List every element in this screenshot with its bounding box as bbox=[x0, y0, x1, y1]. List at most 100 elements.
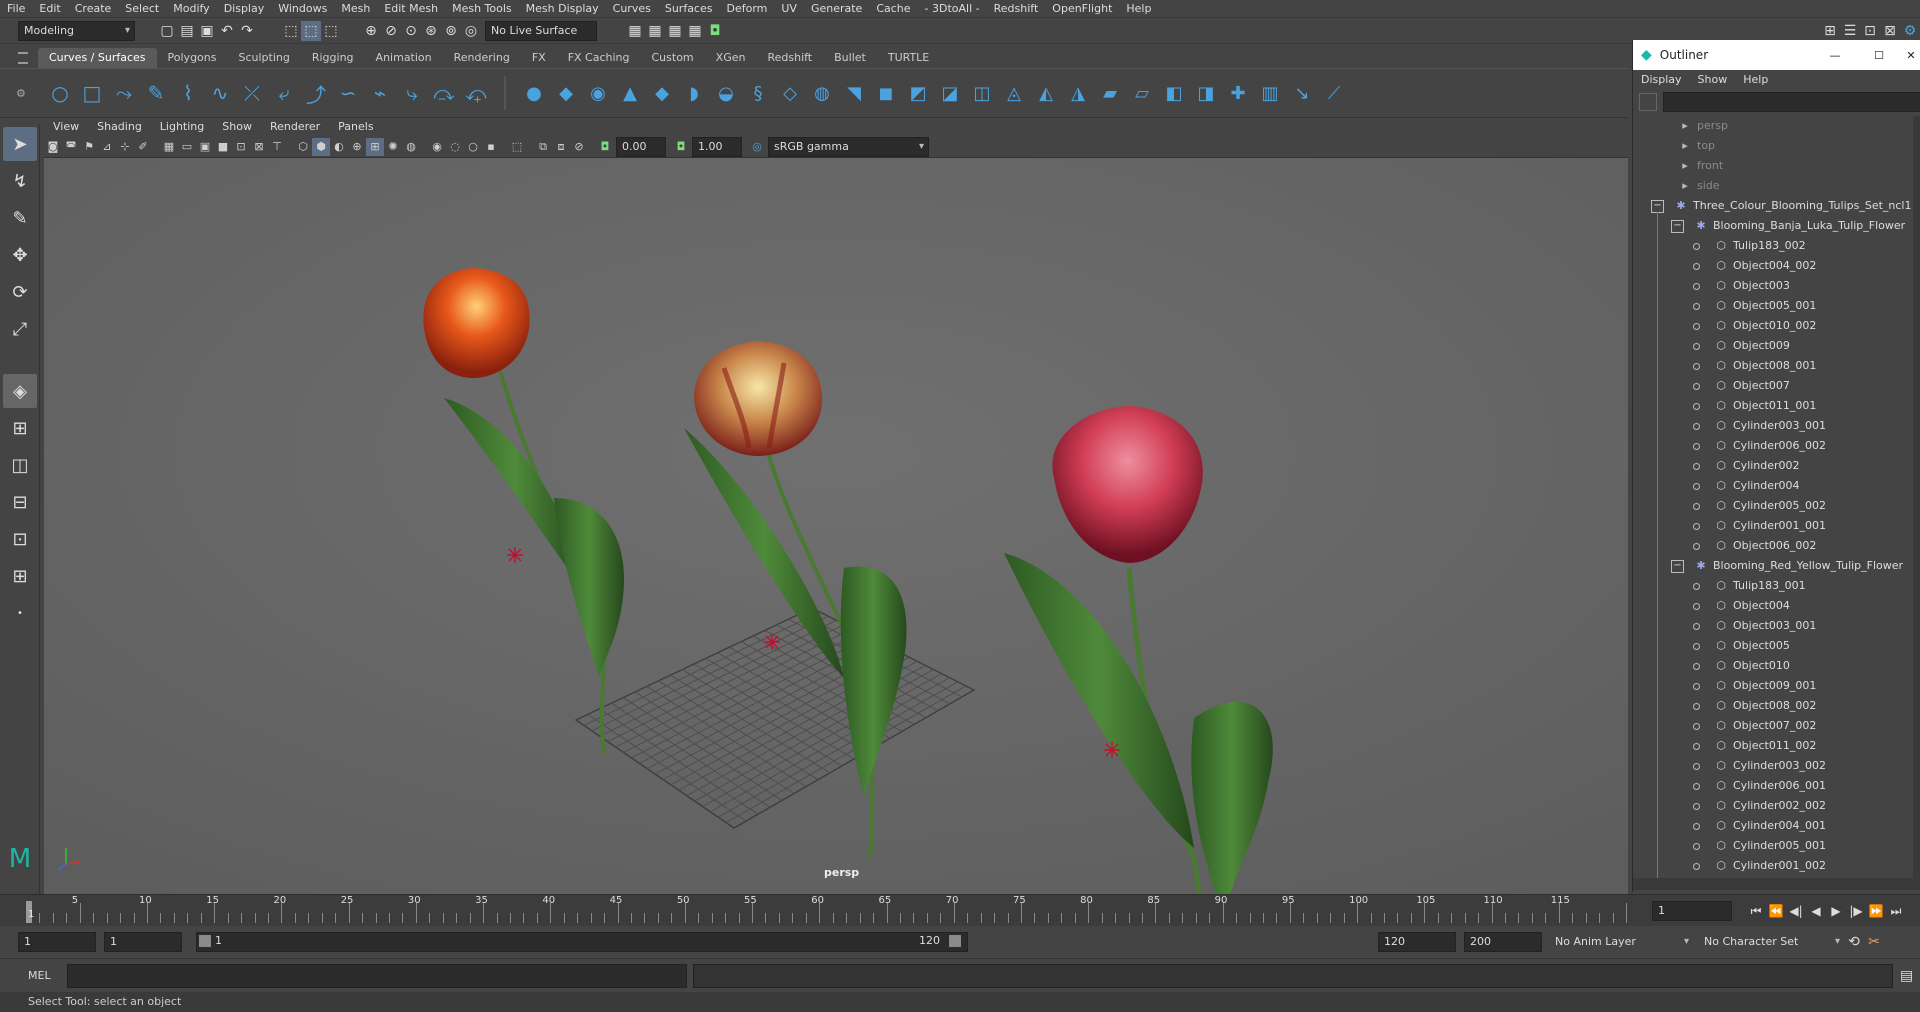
extrude-icon[interactable]: ◍ bbox=[806, 77, 838, 109]
filter-toggle-icon[interactable] bbox=[1639, 93, 1657, 111]
goto-start-icon[interactable]: ⏮ bbox=[1746, 901, 1766, 921]
safe-action-icon[interactable]: ⊠ bbox=[250, 138, 268, 156]
snap-curve-icon[interactable]: ⊘ bbox=[381, 21, 401, 41]
camera-select-icon[interactable]: ◙ bbox=[44, 138, 62, 156]
visibility-dot-icon[interactable] bbox=[1693, 583, 1700, 590]
shelf-tab-polygons[interactable]: Polygons bbox=[157, 48, 228, 68]
outliner-mesh-item[interactable]: ⬡ Cylinder005_002 bbox=[1633, 496, 1911, 516]
menu-help[interactable]: Help bbox=[1119, 0, 1158, 18]
snap-point-icon[interactable]: ⊙ bbox=[401, 21, 421, 41]
step-forward-key-icon[interactable]: ⏩ bbox=[1866, 901, 1886, 921]
outliner-mesh-item[interactable]: ⬡ Object009 bbox=[1633, 336, 1911, 356]
boundary-icon[interactable]: ◼ bbox=[870, 77, 902, 109]
bounding-box-icon[interactable]: ⊕ bbox=[348, 138, 366, 156]
visibility-dot-icon[interactable] bbox=[1693, 403, 1700, 410]
visibility-dot-icon[interactable] bbox=[1693, 503, 1700, 510]
shelf-tab-fx[interactable]: FX bbox=[521, 48, 557, 68]
menu-create[interactable]: Create bbox=[68, 0, 119, 18]
menu-3dtoall[interactable]: - 3DtoAll - bbox=[918, 0, 987, 18]
nurbs-plane-icon[interactable]: ◆ bbox=[646, 77, 678, 109]
shelf-tab-bullet[interactable]: Bullet bbox=[823, 48, 877, 68]
outliner-mesh-item[interactable]: ⬡ Object003 bbox=[1633, 276, 1911, 296]
mode-selector[interactable]: Modeling bbox=[18, 20, 135, 41]
anim-prefs-icon[interactable]: ⟲ bbox=[1844, 932, 1864, 952]
shelf-tab-turtle[interactable]: TURTLE bbox=[877, 48, 940, 68]
range-handle-end[interactable] bbox=[949, 935, 961, 947]
detach-curve-icon[interactable]: ⤴ bbox=[300, 77, 332, 109]
square-surface-icon[interactable]: ◩ bbox=[902, 77, 934, 109]
collapse-toggle-icon[interactable]: − bbox=[1671, 560, 1684, 573]
bookmark-icon[interactable]: ⚑ bbox=[80, 138, 98, 156]
outliner-menu-display[interactable]: Display bbox=[1633, 70, 1690, 90]
align-surface-icon[interactable]: ◨ bbox=[1190, 77, 1222, 109]
visibility-dot-icon[interactable] bbox=[1693, 663, 1700, 670]
outliner-group[interactable]: − ✱ Blooming_Red_Yellow_Tulip_Flower bbox=[1633, 556, 1911, 576]
menu-select[interactable]: Select bbox=[118, 0, 166, 18]
project-curve-icon[interactable]: ⤽ bbox=[460, 77, 492, 109]
outliner-mesh-item[interactable]: ⬡ Object009_001 bbox=[1633, 676, 1911, 696]
scene-end-field[interactable]: 200 bbox=[1464, 932, 1542, 952]
color-management-icon[interactable]: ◎ bbox=[748, 138, 766, 156]
panel-menu-renderer[interactable]: Renderer bbox=[261, 118, 329, 136]
loft-icon[interactable]: § bbox=[742, 77, 774, 109]
play-forward-icon[interactable]: ▶ bbox=[1826, 901, 1846, 921]
outliner-mesh-item[interactable]: ⬡ Object003_001 bbox=[1633, 616, 1911, 636]
menu-generate[interactable]: Generate bbox=[804, 0, 869, 18]
visibility-dot-icon[interactable] bbox=[1693, 843, 1700, 850]
antialias-icon[interactable]: ○ bbox=[464, 138, 482, 156]
ipr-render-icon[interactable]: ▦ bbox=[645, 21, 665, 41]
time-slider[interactable]: 5 10 15 20 25 30 35 40 45 50 55 60 65 70 75 80 85 90 95 100… bbox=[0, 894, 1920, 926]
mel-input[interactable] bbox=[66, 963, 687, 988]
select-component-icon[interactable]: ⬚ bbox=[321, 21, 341, 41]
select-hierarchy-icon[interactable]: ⬚ bbox=[281, 21, 301, 41]
xray-joints-icon[interactable]: ⧈ bbox=[552, 138, 570, 156]
film-gate-icon[interactable]: ▭ bbox=[178, 138, 196, 156]
persp-viewport[interactable]: persp bbox=[44, 158, 1628, 894]
shelf-options-icon[interactable]: ⚙ bbox=[16, 87, 34, 100]
step-back-frame-icon[interactable]: ◀| bbox=[1786, 901, 1806, 921]
visibility-dot-icon[interactable] bbox=[1693, 603, 1700, 610]
flat-shade-icon[interactable]: ◐ bbox=[330, 138, 348, 156]
open-scene-icon[interactable]: ▤ bbox=[177, 21, 197, 41]
pencil-curve-icon[interactable]: ✎ bbox=[140, 77, 172, 109]
project-surface-icon[interactable]: ◭ bbox=[1030, 77, 1062, 109]
auto-key-icon[interactable]: ✂ bbox=[1864, 932, 1884, 952]
bevel-plus-icon[interactable]: ◫ bbox=[966, 77, 998, 109]
goto-end-icon[interactable]: ⏭ bbox=[1886, 901, 1906, 921]
panel-menu-show[interactable]: Show bbox=[213, 118, 261, 136]
snap-grid-icon[interactable]: ⊕ bbox=[361, 21, 381, 41]
panel-menu-panels[interactable]: Panels bbox=[329, 118, 382, 136]
image-plane-icon[interactable]: ⊿ bbox=[98, 138, 116, 156]
intersect-curve-icon[interactable]: ⤫ bbox=[236, 77, 268, 109]
nurbs-torus-icon[interactable]: ◗ bbox=[678, 77, 710, 109]
playback-start-field[interactable]: 1 bbox=[104, 932, 182, 952]
outliner-mesh-item[interactable]: ⬡ Cylinder004 bbox=[1633, 476, 1911, 496]
snap-view-icon[interactable]: ⊛ bbox=[421, 21, 441, 41]
offset-curve-icon[interactable]: ⌁ bbox=[364, 77, 396, 109]
menu-edit-mesh[interactable]: Edit Mesh bbox=[377, 0, 445, 18]
render-settings-icon[interactable]: ▦ bbox=[665, 21, 685, 41]
nurbs-cylinder-icon[interactable]: ◉ bbox=[582, 77, 614, 109]
persp-graph-icon[interactable]: ⊟ bbox=[3, 485, 37, 519]
rotate-tool-icon[interactable]: ⟳ bbox=[3, 275, 37, 309]
single-view-icon[interactable]: ◈ bbox=[3, 374, 37, 408]
outliner-mesh-item[interactable]: ⬡ Object011_002 bbox=[1633, 736, 1911, 756]
outliner-camera-front[interactable]: ▸ front bbox=[1633, 156, 1911, 176]
scale-tool-icon[interactable]: ⤢ bbox=[3, 312, 37, 346]
menu-modify[interactable]: Modify bbox=[166, 0, 216, 18]
outliner-hscrollbar[interactable] bbox=[1633, 878, 1920, 890]
xray-components-icon[interactable]: ⊘ bbox=[570, 138, 588, 156]
outliner-root-group[interactable]: − ✱ Three_Colour_Blooming_Tulips_Set_ncl1_… bbox=[1633, 196, 1911, 216]
visibility-dot-icon[interactable] bbox=[1693, 803, 1700, 810]
range-handle-start[interactable] bbox=[199, 935, 211, 947]
outliner-mesh-item[interactable]: ⬡ Cylinder001_001 bbox=[1633, 516, 1911, 536]
menu-mesh-tools[interactable]: Mesh Tools bbox=[445, 0, 519, 18]
shelf-tab-curves-surfaces[interactable]: Curves / Surfaces bbox=[38, 48, 157, 68]
outliner-search-input[interactable] bbox=[1662, 92, 1920, 112]
undo-icon[interactable]: ↶ bbox=[217, 21, 237, 41]
outliner-mesh-item[interactable]: ⬡ Object008_001 bbox=[1633, 356, 1911, 376]
bevel-icon[interactable]: ◪ bbox=[934, 77, 966, 109]
insert-isoparm-icon[interactable]: ▥ bbox=[1254, 77, 1286, 109]
isolate-select-icon[interactable]: ⬚ bbox=[508, 138, 526, 156]
minimize-icon[interactable]: — bbox=[1813, 49, 1857, 62]
